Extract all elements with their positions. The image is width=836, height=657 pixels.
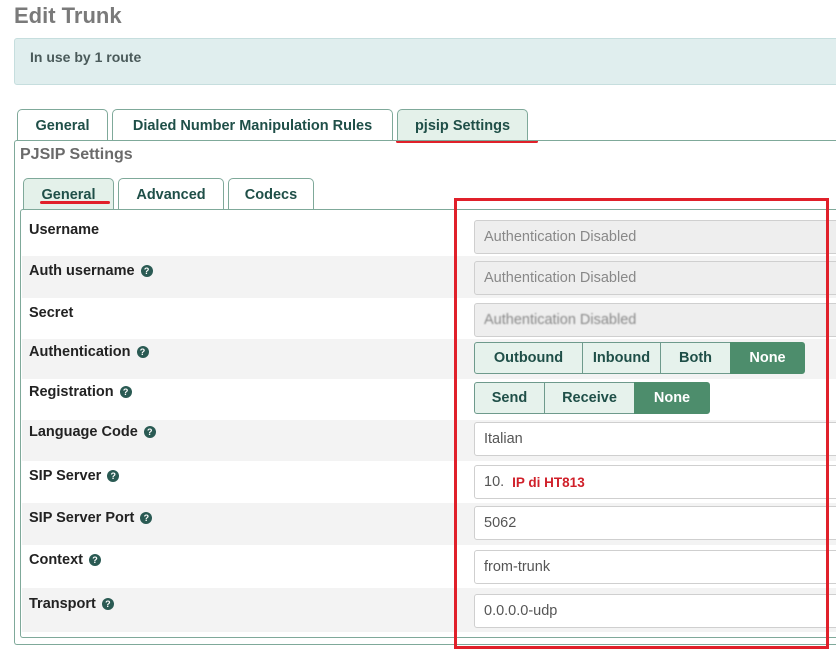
tab-dialed-number-manipulation-rules-label: Dialed Number Manipulation Rules bbox=[132, 117, 373, 134]
auth-username-label-text: Auth username bbox=[29, 263, 135, 279]
help-icon[interactable]: ? bbox=[136, 346, 149, 358]
sip-server-port-label: SIP Server Port ? bbox=[29, 510, 153, 526]
subtab-codecs-label: Codecs bbox=[244, 186, 298, 203]
transport-label-text: Transport bbox=[29, 596, 96, 612]
tab-general[interactable]: General bbox=[17, 109, 108, 141]
language-code-label-text: Language Code bbox=[29, 424, 138, 440]
username-label-text: Username bbox=[29, 222, 100, 238]
help-icon[interactable]: ? bbox=[101, 598, 114, 610]
username-label: Username bbox=[29, 222, 99, 238]
general-subtab-annotation-underline bbox=[40, 201, 110, 204]
help-icon[interactable]: ? bbox=[107, 470, 120, 482]
help-icon[interactable]: ? bbox=[119, 386, 132, 398]
subtab-codecs[interactable]: Codecs bbox=[228, 178, 314, 210]
usage-info-text: In use by 1 route bbox=[30, 49, 142, 65]
help-icon[interactable]: ? bbox=[140, 512, 153, 524]
registration-label-text: Registration bbox=[29, 384, 114, 400]
transport-label: Transport ? bbox=[29, 596, 114, 612]
authentication-label: Authentication ? bbox=[29, 344, 149, 360]
subtab-advanced[interactable]: Advanced bbox=[118, 178, 224, 210]
sip-server-port-label-text: SIP Server Port bbox=[29, 510, 135, 526]
help-icon[interactable]: ? bbox=[143, 426, 156, 438]
context-label-text: Context bbox=[29, 552, 83, 568]
help-icon[interactable]: ? bbox=[140, 265, 153, 277]
help-icon[interactable]: ? bbox=[88, 554, 101, 566]
subtab-advanced-label: Advanced bbox=[136, 186, 206, 203]
sip-server-label-text: SIP Server bbox=[29, 468, 102, 484]
sip-server-label: SIP Server ? bbox=[29, 468, 120, 484]
subtab-general[interactable]: General bbox=[23, 178, 114, 210]
authentication-label-text: Authentication bbox=[29, 344, 131, 360]
secret-label: Secret bbox=[29, 305, 73, 321]
context-label: Context ? bbox=[29, 552, 101, 568]
annotation-highlight-box bbox=[454, 198, 829, 649]
tab-pjsip-settings[interactable]: pjsip Settings bbox=[397, 109, 528, 141]
tab-general-label: General bbox=[35, 117, 90, 134]
page-title: Edit Trunk bbox=[14, 3, 122, 28]
tab-dialed-number-manipulation-rules[interactable]: Dialed Number Manipulation Rules bbox=[112, 109, 393, 141]
trunk-tabs: General Dialed Number Manipulation Rules… bbox=[17, 109, 532, 141]
language-code-label: Language Code ? bbox=[29, 424, 156, 440]
tab-pjsip-settings-label: pjsip Settings bbox=[414, 117, 511, 134]
secret-label-text: Secret bbox=[29, 305, 74, 321]
registration-label: Registration ? bbox=[29, 384, 132, 400]
usage-info-box: In use by 1 route bbox=[14, 38, 836, 85]
auth-username-label: Auth username ? bbox=[29, 263, 153, 279]
section-title: PJSIP Settings bbox=[20, 146, 133, 163]
pjsip-sub-tabs: General Advanced Codecs bbox=[23, 178, 318, 210]
